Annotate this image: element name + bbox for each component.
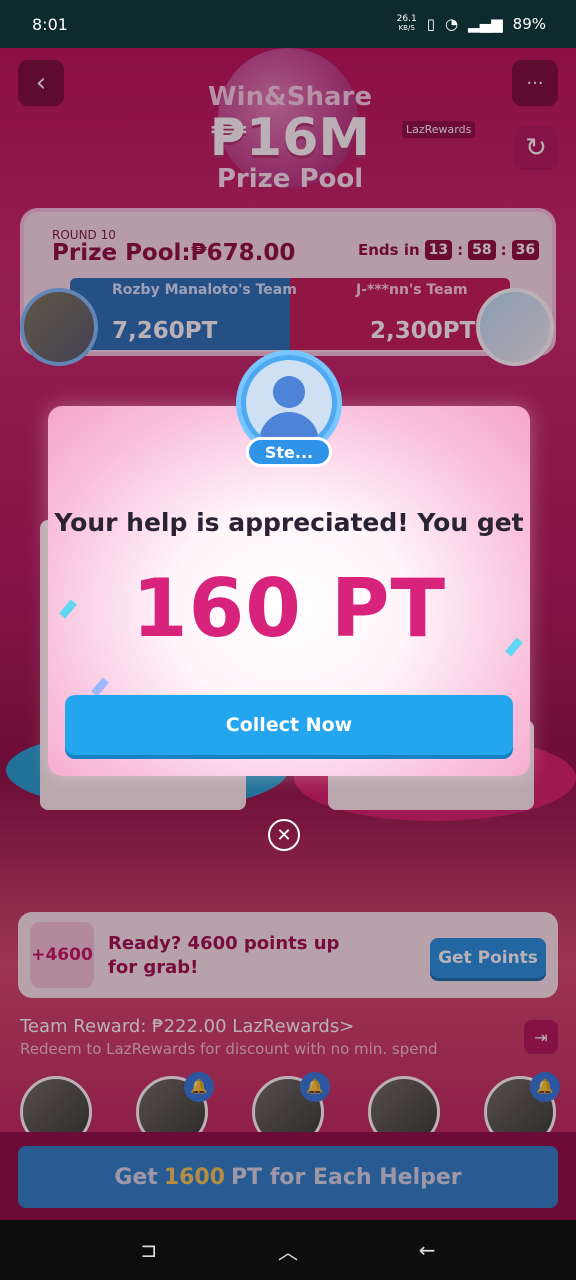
system-back-button[interactable]: ← <box>419 1238 436 1262</box>
close-modal-button[interactable]: ✕ <box>268 819 300 851</box>
collect-now-button[interactable]: Collect Now <box>65 695 513 755</box>
reward-points: 160 PT <box>131 562 447 655</box>
battery-level: 89% <box>512 15 546 33</box>
close-icon: ✕ <box>276 824 292 846</box>
modal-title: Your help is appreciated! You get <box>54 508 524 537</box>
home-button[interactable]: ︿ <box>278 1236 298 1265</box>
status-bar: 8:01 26.1 KB/S ▯ ◔ ▂▄▆ 89% <box>0 0 576 48</box>
network-speed: 26.1 KB/S <box>396 14 417 33</box>
system-nav-bar: ⊐ ︿ ← <box>0 1220 576 1280</box>
status-icons: 26.1 KB/S ▯ ◔ ▂▄▆ 89% <box>396 14 546 34</box>
user-name-badge: Ste... <box>246 437 332 467</box>
vibrate-icon: ▯ <box>426 15 435 33</box>
wifi-icon: ◔ <box>444 15 459 33</box>
default-user-icon <box>246 360 332 446</box>
recent-apps-button[interactable]: ⊐ <box>140 1238 157 1262</box>
signal-icon: ▂▄▆ <box>468 15 503 33</box>
status-time: 8:01 <box>32 14 68 34</box>
